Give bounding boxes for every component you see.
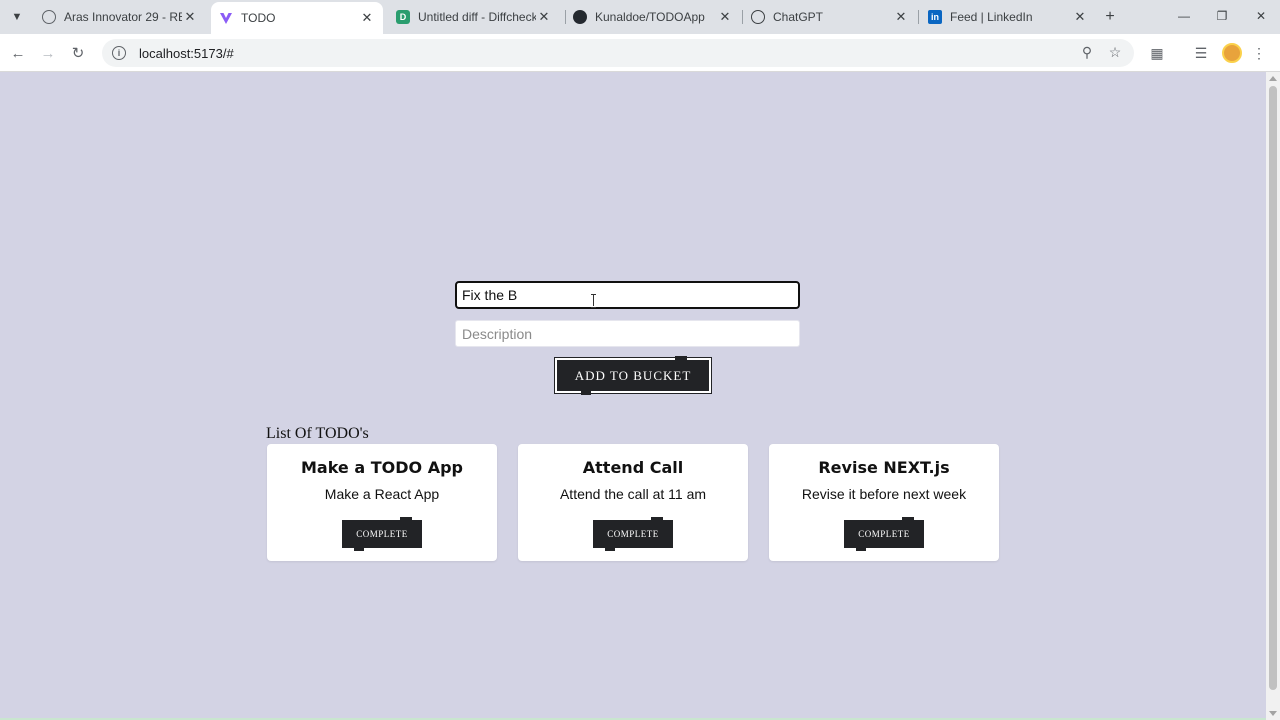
reload-icon[interactable]: ↻ bbox=[67, 42, 89, 64]
tab-label: Untitled diff - Diffchecker bbox=[418, 10, 536, 24]
todo-card: Attend Call Attend the call at 11 am COM… bbox=[518, 444, 748, 561]
button-notch bbox=[856, 548, 866, 551]
media-controls-icon[interactable]: ☰ bbox=[1190, 42, 1212, 64]
button-notch bbox=[581, 391, 591, 395]
add-to-bucket-label: ADD TO BUCKET bbox=[574, 367, 692, 383]
chatgpt-icon bbox=[751, 10, 765, 24]
address-url: localhost:5173/# bbox=[139, 45, 234, 61]
vite-icon bbox=[219, 11, 233, 25]
close-icon[interactable]: ✕ bbox=[182, 9, 198, 25]
back-arrow-icon[interactable]: ← bbox=[7, 42, 29, 64]
forward-arrow-icon[interactable]: → bbox=[37, 42, 59, 64]
address-bar[interactable]: i localhost:5173/# bbox=[102, 39, 1134, 67]
tab-search-chevron-icon[interactable]: ▼ bbox=[6, 6, 28, 28]
tab-label: Kunaldoe/TODOApp bbox=[595, 10, 705, 24]
button-notch bbox=[605, 548, 615, 551]
page-scrollbar[interactable] bbox=[1266, 72, 1280, 720]
todo-title: Revise NEXT.js bbox=[818, 458, 950, 477]
globe-icon bbox=[42, 10, 56, 24]
todo-card: Revise NEXT.js Revise it before next wee… bbox=[769, 444, 999, 561]
add-to-bucket-button[interactable]: ADD TO BUCKET bbox=[554, 356, 712, 395]
complete-label: COMPLETE bbox=[858, 529, 910, 539]
close-icon[interactable]: ✕ bbox=[893, 9, 909, 25]
github-icon bbox=[573, 10, 587, 24]
extensions-puzzle-icon[interactable]: ▦ bbox=[1146, 42, 1168, 64]
diffchecker-icon: D bbox=[396, 10, 410, 24]
complete-button[interactable]: COMPLETE bbox=[593, 517, 673, 551]
tab-label: TODO bbox=[241, 11, 276, 25]
window-close-icon[interactable]: ✕ bbox=[1250, 6, 1272, 26]
scroll-down-arrow-icon[interactable] bbox=[1269, 711, 1277, 716]
restore-icon[interactable]: ❐ bbox=[1211, 6, 1233, 26]
complete-label: COMPLETE bbox=[356, 529, 408, 539]
tab-github[interactable]: Kunaldoe/TODOApp ✕ bbox=[565, 4, 741, 30]
title-input[interactable] bbox=[455, 281, 800, 309]
page-viewport: ADD TO BUCKET List Of TODO's Make a TODO… bbox=[0, 72, 1266, 720]
linkedin-icon: in bbox=[928, 10, 942, 24]
tab-chatgpt[interactable]: ChatGPT ✕ bbox=[743, 4, 917, 30]
button-notch bbox=[651, 517, 663, 520]
complete-label: COMPLETE bbox=[607, 529, 659, 539]
profile-avatar[interactable] bbox=[1222, 43, 1242, 63]
todo-form: ADD TO BUCKET bbox=[418, 272, 848, 400]
tab-label: Feed | LinkedIn bbox=[950, 10, 1033, 24]
tab-todo[interactable]: TODO ✕ bbox=[211, 2, 383, 34]
minimize-icon[interactable]: — bbox=[1173, 6, 1195, 26]
complete-button[interactable]: COMPLETE bbox=[342, 517, 422, 551]
button-notch bbox=[902, 517, 914, 520]
text-cursor-icon bbox=[591, 294, 597, 308]
tab-label: ChatGPT bbox=[773, 10, 824, 24]
list-heading: List Of TODO's bbox=[266, 425, 369, 442]
tab-separator bbox=[918, 10, 919, 24]
menu-kebab-icon[interactable]: ⋮ bbox=[1248, 42, 1270, 64]
complete-button[interactable]: COMPLETE bbox=[844, 517, 924, 551]
close-icon[interactable]: ✕ bbox=[717, 9, 733, 25]
close-icon[interactable]: ✕ bbox=[536, 9, 552, 25]
tab-label: Aras Innovator 29 - RESTfu bbox=[64, 10, 182, 24]
button-notch bbox=[675, 356, 687, 360]
todo-title: Attend Call bbox=[582, 458, 684, 477]
browser-toolbar: ← → ↻ i localhost:5173/# ⚲ ☆ ▦ ☰ ⋮ bbox=[0, 34, 1280, 72]
todo-card: Make a TODO App Make a React App COMPLET… bbox=[267, 444, 497, 561]
scroll-thumb[interactable] bbox=[1269, 86, 1277, 690]
close-icon[interactable]: ✕ bbox=[359, 10, 375, 26]
close-icon[interactable]: ✕ bbox=[1072, 9, 1088, 25]
todo-description: Make a React App bbox=[324, 486, 440, 502]
zoom-icon[interactable]: ⚲ bbox=[1077, 42, 1097, 62]
description-input[interactable] bbox=[455, 320, 800, 347]
todo-description: Revise it before next week bbox=[801, 486, 967, 502]
browser-tab-strip: ▼ Aras Innovator 29 - RESTfu ✕ TODO ✕ D … bbox=[0, 0, 1280, 34]
tab-diffchecker[interactable]: D Untitled diff - Diffchecker ✕ bbox=[388, 4, 560, 30]
site-info-icon[interactable]: i bbox=[112, 46, 126, 60]
button-notch bbox=[400, 517, 412, 520]
todo-description: Attend the call at 11 am bbox=[559, 486, 707, 502]
new-tab-icon[interactable]: + bbox=[1100, 7, 1120, 27]
tab-aras-innovator[interactable]: Aras Innovator 29 - RESTfu ✕ bbox=[34, 4, 206, 30]
bookmark-star-icon[interactable]: ☆ bbox=[1105, 42, 1125, 62]
tab-linkedin[interactable]: in Feed | LinkedIn ✕ bbox=[920, 4, 1096, 30]
button-notch bbox=[354, 548, 364, 551]
todo-title: Make a TODO App bbox=[301, 458, 463, 477]
scroll-up-arrow-icon[interactable] bbox=[1269, 76, 1277, 81]
